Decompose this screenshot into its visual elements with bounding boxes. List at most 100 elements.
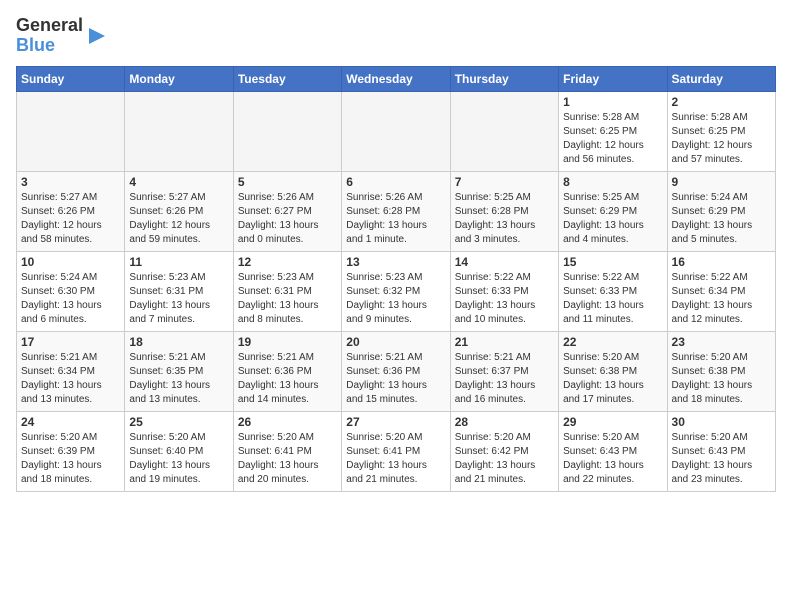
calendar-cell: 26Sunrise: 5:20 AM Sunset: 6:41 PM Dayli… — [233, 411, 341, 491]
day-info: Sunrise: 5:25 AM Sunset: 6:29 PM Dayligh… — [563, 191, 662, 247]
day-number: 6 — [346, 175, 445, 189]
day-info: Sunrise: 5:20 AM Sunset: 6:38 PM Dayligh… — [563, 351, 662, 407]
day-number: 27 — [346, 415, 445, 429]
column-header-thursday: Thursday — [450, 66, 558, 91]
calendar-cell: 27 Sunrise: 5:20 AM Sunset: 6:41 PM Dayli… — [342, 411, 450, 491]
week-row-5: 24 Sunrise: 5:20 AM Sunset: 6:39 PM Dayli… — [17, 411, 776, 491]
page-header: GeneralBlue — [16, 16, 776, 56]
day-info: Sunrise: 5:27 AM Sunset: 6:26 PM Dayligh… — [21, 191, 120, 247]
calendar-cell: 11 Sunrise: 5:23 AM Sunset: 6:31 PM Dayli… — [125, 251, 233, 331]
day-number: 21 — [455, 335, 554, 349]
day-info: Sunrise: 5:21 AM Sunset: 6:36 PM Dayligh… — [238, 351, 337, 407]
day-info: Sunrise: 5:21 AM Sunset: 6:35 PM Dayligh… — [129, 351, 228, 407]
day-number: 14 — [455, 255, 554, 269]
day-number: 9 — [672, 175, 771, 189]
day-number: 13 — [346, 255, 445, 269]
calendar-cell: 22 Sunrise: 5:20 AM Sunset: 6:38 PM Dayli… — [559, 331, 667, 411]
day-info: Sunrise: 5:26 AM Sunset: 6:28 PM Dayligh… — [346, 191, 445, 247]
calendar-cell: 24 Sunrise: 5:20 AM Sunset: 6:39 PM Dayli… — [17, 411, 125, 491]
calendar-cell: 17 Sunrise: 5:21 AM Sunset: 6:34 PM Dayli… — [17, 331, 125, 411]
day-info: Sunrise: 5:23 AM Sunset: 6:31 PM Dayligh… — [238, 271, 337, 327]
calendar-cell: 3 Sunrise: 5:27 AM Sunset: 6:26 PM Daylig… — [17, 171, 125, 251]
day-info: Sunrise: 5:20 AM Sunset: 6:43 PM Dayligh… — [563, 431, 662, 487]
calendar-cell: 4Sunrise: 5:27 AM Sunset: 6:26 PM Daylig… — [125, 171, 233, 251]
calendar-cell: 25 Sunrise: 5:20 AM Sunset: 6:40 PM Dayli… — [125, 411, 233, 491]
day-number: 17 — [21, 335, 120, 349]
calendar-cell: 14 Sunrise: 5:22 AM Sunset: 6:33 PM Dayli… — [450, 251, 558, 331]
day-info: Sunrise: 5:23 AM Sunset: 6:32 PM Dayligh… — [346, 271, 445, 327]
day-info: Sunrise: 5:25 AM Sunset: 6:28 PM Dayligh… — [455, 191, 554, 247]
header-row: SundayMondayTuesdayWednesdayThursdayFrid… — [17, 66, 776, 91]
day-number: 11 — [129, 255, 228, 269]
calendar-cell — [233, 91, 341, 171]
day-info: Sunrise: 5:28 AM Sunset: 6:25 PM Dayligh… — [563, 111, 662, 167]
day-info: Sunrise: 5:22 AM Sunset: 6:33 PM Dayligh… — [455, 271, 554, 327]
day-number: 24 — [21, 415, 120, 429]
day-info: Sunrise: 5:24 AM Sunset: 6:30 PM Dayligh… — [21, 271, 120, 327]
day-info: Sunrise: 5:22 AM Sunset: 6:34 PM Dayligh… — [672, 271, 771, 327]
day-number: 5 — [238, 175, 337, 189]
calendar-cell: 28 Sunrise: 5:20 AM Sunset: 6:42 PM Dayli… — [450, 411, 558, 491]
day-info: Sunrise: 5:20 AM Sunset: 6:39 PM Dayligh… — [21, 431, 120, 487]
day-number: 20 — [346, 335, 445, 349]
day-info: Sunrise: 5:20 AM Sunset: 6:38 PM Dayligh… — [672, 351, 771, 407]
logo-text: GeneralBlue — [16, 16, 83, 56]
day-info: Sunrise: 5:20 AM Sunset: 6:41 PM Dayligh… — [346, 431, 445, 487]
column-header-saturday: Saturday — [667, 66, 775, 91]
week-row-1: 1 Sunrise: 5:28 AM Sunset: 6:25 PM Daylig… — [17, 91, 776, 171]
day-number: 19 — [238, 335, 337, 349]
calendar-cell: 2 Sunrise: 5:28 AM Sunset: 6:25 PM Daylig… — [667, 91, 775, 171]
calendar-cell: 8 Sunrise: 5:25 AM Sunset: 6:29 PM Daylig… — [559, 171, 667, 251]
day-info: Sunrise: 5:24 AM Sunset: 6:29 PM Dayligh… — [672, 191, 771, 247]
day-number: 3 — [21, 175, 120, 189]
calendar-cell: 20 Sunrise: 5:21 AM Sunset: 6:36 PM Dayli… — [342, 331, 450, 411]
day-number: 12 — [238, 255, 337, 269]
column-header-tuesday: Tuesday — [233, 66, 341, 91]
day-number: 26 — [238, 415, 337, 429]
calendar-cell: 6 Sunrise: 5:26 AM Sunset: 6:28 PM Daylig… — [342, 171, 450, 251]
calendar-cell: 16 Sunrise: 5:22 AM Sunset: 6:34 PM Dayli… — [667, 251, 775, 331]
calendar-cell: 23 Sunrise: 5:20 AM Sunset: 6:38 PM Dayli… — [667, 331, 775, 411]
calendar-cell — [450, 91, 558, 171]
calendar-cell: 7Sunrise: 5:25 AM Sunset: 6:28 PM Daylig… — [450, 171, 558, 251]
calendar-cell — [342, 91, 450, 171]
day-info: Sunrise: 5:26 AM Sunset: 6:27 PM Dayligh… — [238, 191, 337, 247]
calendar-cell: 5 Sunrise: 5:26 AM Sunset: 6:27 PM Daylig… — [233, 171, 341, 251]
day-number: 2 — [672, 95, 771, 109]
day-number: 23 — [672, 335, 771, 349]
day-number: 15 — [563, 255, 662, 269]
calendar-cell: 9 Sunrise: 5:24 AM Sunset: 6:29 PM Daylig… — [667, 171, 775, 251]
day-number: 25 — [129, 415, 228, 429]
calendar-cell: 10 Sunrise: 5:24 AM Sunset: 6:30 PM Dayli… — [17, 251, 125, 331]
calendar-cell: 19 Sunrise: 5:21 AM Sunset: 6:36 PM Dayli… — [233, 331, 341, 411]
calendar-cell: 29Sunrise: 5:20 AM Sunset: 6:43 PM Dayli… — [559, 411, 667, 491]
day-number: 16 — [672, 255, 771, 269]
day-info: Sunrise: 5:28 AM Sunset: 6:25 PM Dayligh… — [672, 111, 771, 167]
day-info: Sunrise: 5:20 AM Sunset: 6:40 PM Dayligh… — [129, 431, 228, 487]
day-info: Sunrise: 5:21 AM Sunset: 6:34 PM Dayligh… — [21, 351, 120, 407]
column-header-friday: Friday — [559, 66, 667, 91]
day-info: Sunrise: 5:20 AM Sunset: 6:42 PM Dayligh… — [455, 431, 554, 487]
day-info: Sunrise: 5:21 AM Sunset: 6:36 PM Dayligh… — [346, 351, 445, 407]
logo: GeneralBlue — [16, 16, 107, 56]
calendar-cell: 18 Sunrise: 5:21 AM Sunset: 6:35 PM Dayli… — [125, 331, 233, 411]
day-number: 28 — [455, 415, 554, 429]
column-header-wednesday: Wednesday — [342, 66, 450, 91]
day-number: 18 — [129, 335, 228, 349]
calendar-cell: 30Sunrise: 5:20 AM Sunset: 6:43 PM Dayli… — [667, 411, 775, 491]
day-number: 1 — [563, 95, 662, 109]
day-number: 22 — [563, 335, 662, 349]
week-row-2: 3 Sunrise: 5:27 AM Sunset: 6:26 PM Daylig… — [17, 171, 776, 251]
calendar-cell: 21 Sunrise: 5:21 AM Sunset: 6:37 PM Dayli… — [450, 331, 558, 411]
column-header-sunday: Sunday — [17, 66, 125, 91]
calendar-cell: 15Sunrise: 5:22 AM Sunset: 6:33 PM Dayli… — [559, 251, 667, 331]
day-number: 30 — [672, 415, 771, 429]
calendar-cell: 1 Sunrise: 5:28 AM Sunset: 6:25 PM Daylig… — [559, 91, 667, 171]
day-number: 8 — [563, 175, 662, 189]
day-info: Sunrise: 5:23 AM Sunset: 6:31 PM Dayligh… — [129, 271, 228, 327]
day-info: Sunrise: 5:21 AM Sunset: 6:37 PM Dayligh… — [455, 351, 554, 407]
calendar-cell — [17, 91, 125, 171]
day-number: 4 — [129, 175, 228, 189]
day-number: 10 — [21, 255, 120, 269]
calendar-cell: 12 Sunrise: 5:23 AM Sunset: 6:31 PM Dayli… — [233, 251, 341, 331]
